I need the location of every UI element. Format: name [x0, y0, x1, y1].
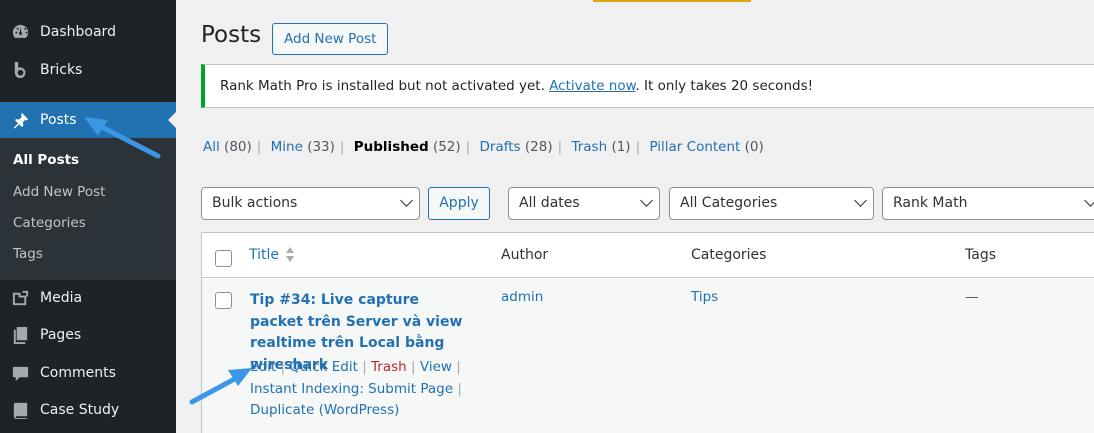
- select-value: Rank Math: [893, 195, 968, 211]
- post-author[interactable]: admin: [501, 289, 543, 305]
- bricks-icon: [10, 60, 30, 80]
- page-title: Posts: [201, 22, 262, 48]
- sidebar-item-label: Dashboard: [40, 24, 116, 40]
- chevron-down-icon: [400, 194, 413, 207]
- column-author: Author: [501, 247, 549, 263]
- sidebar-item-bricks[interactable]: Bricks: [0, 52, 176, 88]
- rank-math-filter-select[interactable]: Rank Math: [882, 187, 1094, 220]
- posts-submenu: All Posts Add New Post Categories Tags: [0, 138, 176, 280]
- sidebar-item-label: Case Study: [40, 402, 120, 418]
- row-checkbox[interactable]: [215, 292, 232, 309]
- quick-edit-link[interactable]: Quick Edit: [289, 359, 358, 375]
- book-icon: [10, 400, 30, 420]
- count: (33): [307, 139, 335, 155]
- filter-pillar-content[interactable]: Pillar Content: [649, 139, 740, 155]
- apply-button[interactable]: Apply: [428, 187, 490, 220]
- duplicate-link[interactable]: Duplicate (WordPress): [250, 402, 399, 418]
- filter-mine[interactable]: Mine: [271, 139, 303, 155]
- add-new-post-button[interactable]: Add New Post: [272, 23, 389, 55]
- comments-icon: [10, 363, 30, 383]
- select-value: All dates: [519, 195, 580, 211]
- sort-icon[interactable]: [286, 247, 294, 265]
- activate-now-link[interactable]: Activate now: [549, 78, 635, 94]
- pin-icon: [10, 110, 30, 130]
- column-title[interactable]: Title: [249, 247, 279, 263]
- instant-indexing-link[interactable]: Instant Indexing: Submit Page: [250, 381, 453, 397]
- chevron-down-icon: [640, 194, 653, 207]
- main-content: Posts Add New Post Rank Math Pro is inst…: [176, 0, 1094, 433]
- update-indicator: [593, 0, 751, 2]
- sidebar-item-case-study[interactable]: Case Study: [0, 392, 176, 428]
- post-category[interactable]: Tips: [691, 289, 718, 305]
- sidebar-item-dashboard[interactable]: Dashboard: [0, 14, 176, 50]
- select-value: All Categories: [680, 195, 778, 211]
- dates-filter-select[interactable]: All dates: [508, 187, 660, 220]
- sidebar-item-comments[interactable]: Comments: [0, 355, 176, 391]
- column-categories: Categories: [691, 247, 767, 263]
- view-link[interactable]: View: [420, 359, 452, 375]
- table-row: Tip #34: Live capture packet trên Server…: [202, 279, 1094, 433]
- filter-all[interactable]: All: [203, 139, 220, 155]
- sidebar-item-posts[interactable]: Posts: [0, 102, 176, 138]
- sidebar-item-label: Comments: [40, 365, 116, 381]
- sidebar-item-media[interactable]: Media: [0, 280, 176, 316]
- chevron-down-icon: [1084, 194, 1094, 207]
- sidebar-item-pages[interactable]: Pages: [0, 317, 176, 353]
- filter-drafts[interactable]: Drafts: [480, 139, 521, 155]
- trash-link[interactable]: Trash: [371, 359, 407, 375]
- sidebar-item-label: Posts: [40, 112, 77, 128]
- chevron-down-icon: [854, 194, 867, 207]
- sidebar-item-label: Pages: [40, 327, 82, 343]
- count: (1): [611, 139, 631, 155]
- sidebar-item-label: Bricks: [40, 62, 83, 78]
- notice-text-after: . It only takes 20 seconds!: [635, 78, 814, 94]
- filter-trash[interactable]: Trash: [571, 139, 607, 155]
- submenu-item-add-new-post[interactable]: Add New Post: [13, 184, 105, 200]
- submenu-item-tags[interactable]: Tags: [13, 246, 43, 262]
- table-header: Title Author Categories Tags: [202, 233, 1094, 278]
- bulk-actions-select[interactable]: Bulk actions: [201, 187, 420, 220]
- post-status-filters: All (80) | Mine (33) | Published (52) | Dra…: [203, 139, 764, 155]
- filter-published[interactable]: Published: [354, 139, 429, 155]
- count: (80): [224, 139, 252, 155]
- sidebar-item-label: Media: [40, 290, 83, 306]
- dashboard-icon: [10, 22, 30, 42]
- rank-math-notice: Rank Math Pro is installed but not activ…: [201, 64, 1094, 108]
- pages-icon: [10, 325, 30, 345]
- submenu-item-all-posts[interactable]: All Posts: [13, 152, 79, 168]
- select-all-checkbox[interactable]: [215, 250, 232, 267]
- count: (0): [744, 139, 764, 155]
- row-actions: Edit | Quick Edit | Trash | View | Instan…: [250, 359, 462, 418]
- posts-table: Title Author Categories Tags Tip #34: Li…: [201, 232, 1094, 433]
- notice-text: Rank Math Pro is installed but not activ…: [220, 78, 550, 94]
- edit-link[interactable]: Edit: [250, 359, 276, 375]
- media-icon: [10, 288, 30, 308]
- admin-sidebar: Dashboard Bricks Posts All Posts Add New…: [0, 0, 176, 433]
- submenu-item-categories[interactable]: Categories: [13, 215, 86, 231]
- column-tags: Tags: [965, 247, 996, 263]
- post-tags: —: [965, 289, 979, 305]
- select-value: Bulk actions: [212, 195, 298, 211]
- count: (28): [524, 139, 553, 155]
- count: (52): [432, 139, 461, 155]
- categories-filter-select[interactable]: All Categories: [669, 187, 874, 220]
